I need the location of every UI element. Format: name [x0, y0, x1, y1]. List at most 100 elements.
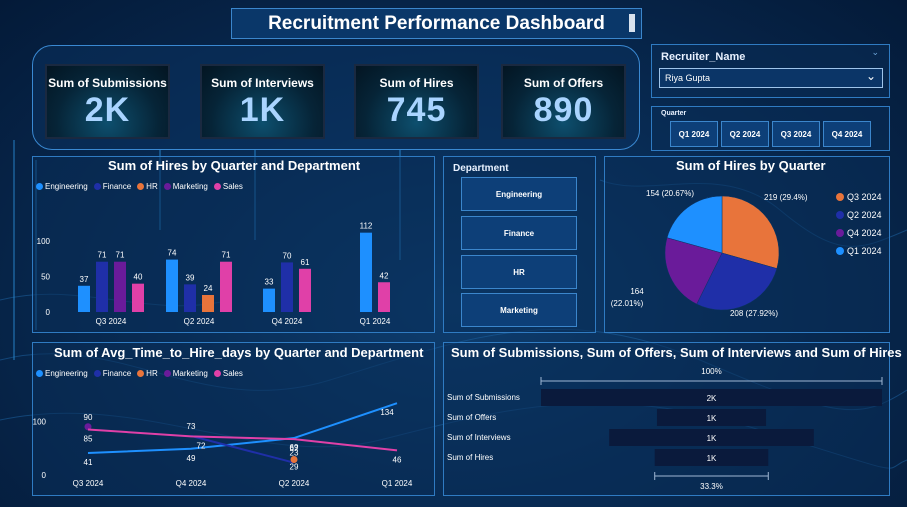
y-tick-label: 100	[33, 417, 47, 426]
department-slicer-label: Department	[453, 163, 509, 174]
pie-chart-title: Sum of Hires by Quarter	[676, 158, 826, 173]
x-tick-label: Q1 2024	[360, 317, 391, 326]
bar-data-label: 42	[380, 271, 389, 280]
x-tick-label: Q2 2024	[279, 479, 310, 488]
recruiter-dropdown-value: Riya Gupta	[665, 73, 711, 83]
scrollbar[interactable]	[629, 14, 635, 32]
quarter-slicer-label: Quarter	[661, 110, 687, 117]
legend-dot	[836, 193, 844, 201]
kpi-label: Sum of Submissions	[48, 76, 167, 90]
recruiter-slicer-label: Recruiter_Name	[661, 51, 746, 63]
chevron-down-icon[interactable]: ⌄	[871, 47, 879, 58]
legend-item-engineering[interactable]: Engineering	[36, 369, 88, 378]
bar-data-label: 70	[283, 251, 292, 260]
department-button-engineering[interactable]: Engineering	[461, 177, 577, 211]
y-tick-label: 100	[37, 237, 51, 246]
pie-data-label: (22.01%)	[611, 299, 644, 308]
bar-sales	[299, 268, 311, 312]
legend-label: Q1 2024	[847, 246, 882, 256]
recruiter-slicer: Recruiter_Name ⌄ Riya Gupta ⌄	[651, 44, 890, 98]
legend-item-hr[interactable]: HR	[137, 369, 158, 378]
bar-data-label: 40	[134, 273, 143, 282]
bar-data-label: 24	[204, 284, 213, 293]
bar-engineering	[78, 285, 90, 312]
x-tick-label: Q4 2024	[272, 317, 303, 326]
bar-data-label: 74	[168, 249, 177, 258]
legend-item-hr[interactable]: HR	[137, 182, 158, 191]
bar-hr	[202, 295, 214, 312]
bar-finance	[184, 284, 196, 312]
legend-item-finance[interactable]: Finance	[93, 369, 131, 378]
funnel-value-label: 1K	[707, 414, 717, 423]
dashboard-title-bar: Recruitment Performance Dashboard	[231, 8, 642, 39]
funnel-stage-label: Sum of Hires	[447, 453, 493, 462]
line-data-label: 85	[84, 434, 93, 443]
series-line-sales	[87, 428, 398, 452]
bar-data-label: 71	[222, 251, 231, 260]
quarter-button-q2[interactable]: Q2 2024	[721, 121, 769, 147]
quarter-button-q4[interactable]: Q4 2024	[823, 121, 871, 147]
bar-engineering	[360, 232, 372, 312]
kpi-card-offers: Sum of Offers 890	[501, 64, 626, 139]
bar-data-label: 37	[80, 275, 89, 284]
line-data-label: 29	[290, 462, 299, 471]
bar-data-label: 71	[116, 251, 125, 260]
bar-data-label: 33	[265, 278, 274, 287]
kpi-label: Sum of Hires	[379, 76, 454, 90]
bar-data-label: 61	[301, 258, 310, 267]
hires-pie-chart: 219 (29.4%) Q3 2024 208 (27.92%) Q2 2024 164…	[611, 189, 882, 318]
kpi-label: Sum of Interviews	[211, 76, 314, 90]
kpi-card-hires: Sum of Hires 745	[354, 64, 479, 139]
funnel-value-label: 2K	[707, 394, 717, 403]
kpi-card-interviews: Sum of Interviews 1K	[200, 64, 325, 139]
line-data-label: 90	[84, 413, 93, 422]
legend-item-finance[interactable]: Finance	[93, 182, 131, 191]
line-chart-title: Sum of Avg_Time_to_Hire_days by Quarter …	[54, 345, 424, 360]
funnel-value-label: 1K	[707, 454, 717, 463]
legend-item-sales[interactable]: Sales	[213, 182, 243, 191]
funnel-chart-title: Sum of Submissions, Sum of Offers, Sum o…	[451, 345, 902, 360]
funnel-top-percent: 100%	[701, 367, 721, 376]
legend-dot	[836, 211, 844, 219]
legend-dot	[836, 229, 844, 237]
legend-label: Q3 2024	[847, 192, 882, 202]
bar-chart-legend: Engineering Finance HR Marketing Sales	[36, 182, 243, 191]
recruiter-dropdown[interactable]: Riya Gupta ⌄	[659, 68, 883, 88]
bar-engineering	[166, 259, 178, 312]
line-data-label: 67	[290, 444, 299, 453]
quarter-button-q1[interactable]: Q1 2024	[670, 121, 718, 147]
department-button-marketing[interactable]: Marketing	[461, 293, 577, 327]
kpi-card-submissions: Sum of Submissions 2K	[45, 64, 170, 139]
kpi-label: Sum of Offers	[523, 76, 604, 90]
pie-data-label: 154 (20.67%)	[646, 189, 694, 198]
pie-data-label: 219 (29.4%)	[764, 193, 808, 202]
bar-sales	[132, 283, 144, 312]
line-data-label: 46	[393, 455, 402, 464]
bar-chart-title: Sum of Hires by Quarter and Department	[108, 158, 361, 173]
line-chart-legend: Engineering Finance HR Marketing Sales	[36, 369, 243, 378]
legend-label: Q4 2024	[847, 228, 882, 238]
x-tick-label: Q1 2024	[382, 479, 413, 488]
funnel-stage-label: Sum of Submissions	[447, 393, 520, 402]
department-button-hr[interactable]: HR	[461, 255, 577, 289]
y-tick-label: 0	[46, 308, 51, 317]
line-data-label: 73	[187, 422, 196, 431]
kpi-value: 1K	[239, 91, 286, 129]
legend-item-sales[interactable]: Sales	[213, 369, 243, 378]
funnel-bottom-percent: 33.3%	[700, 482, 723, 491]
hires-bar-chart: 0 50 100 37 71 71 40 Q3 2024 74 39 24 71 Q2 2024 33 70…	[37, 222, 391, 326]
x-tick-label: Q3 2024	[96, 317, 127, 326]
department-button-finance[interactable]: Finance	[461, 216, 577, 250]
bar-engineering	[263, 288, 275, 312]
x-tick-label: Q3 2024	[73, 479, 104, 488]
line-data-label: 49	[187, 454, 196, 463]
line-data-label: 134	[380, 408, 394, 417]
bar-data-label: 71	[98, 251, 107, 260]
legend-item-marketing[interactable]: Marketing	[163, 369, 208, 378]
bar-data-label: 112	[360, 222, 373, 231]
legend-item-engineering[interactable]: Engineering	[36, 182, 88, 191]
quarter-button-q3[interactable]: Q3 2024	[772, 121, 820, 147]
bar-sales	[378, 282, 390, 312]
legend-item-marketing[interactable]: Marketing	[163, 182, 208, 191]
kpi-value: 745	[386, 91, 447, 129]
